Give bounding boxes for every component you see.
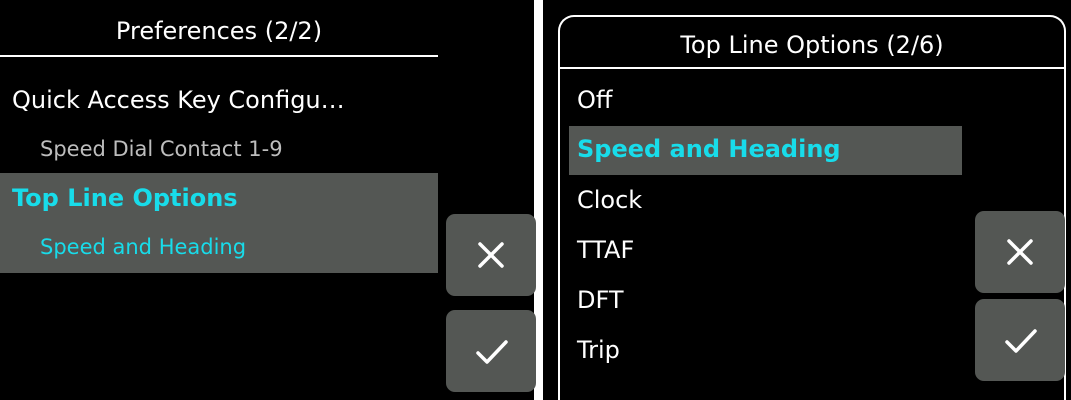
option-off[interactable]: Off: [577, 86, 612, 114]
confirm-button[interactable]: [446, 310, 536, 392]
option-speed-and-heading-label: Speed and Heading: [577, 135, 841, 163]
preferences-screen: Preferences (2/2) Quick Access Key Confi…: [0, 0, 536, 400]
close-icon: [1007, 239, 1033, 265]
title-divider: [0, 55, 438, 57]
option-clock[interactable]: Clock: [577, 186, 642, 214]
menu-item-top-line-options-label: Top Line Options: [12, 184, 238, 212]
confirm-button[interactable]: [975, 299, 1065, 381]
dialog-title: Top Line Options (2/6): [680, 31, 944, 59]
check-icon: [1005, 329, 1037, 353]
menu-item-top-line-options-value: Speed and Heading: [40, 235, 247, 259]
top-line-options-screen: Top Line Options (2/6) Off Speed and Hea…: [543, 0, 1071, 400]
menu-item-quick-access-value: Speed Dial Contact 1-9: [40, 137, 283, 161]
option-dft[interactable]: DFT: [577, 286, 624, 314]
close-icon: [478, 242, 504, 268]
check-icon: [476, 340, 508, 364]
menu-item-quick-access[interactable]: Quick Access Key Configu…: [12, 86, 345, 114]
option-ttaf[interactable]: TTAF: [577, 236, 634, 264]
option-trip[interactable]: Trip: [577, 336, 620, 364]
cancel-button[interactable]: [975, 211, 1065, 293]
cancel-button[interactable]: [446, 214, 536, 296]
title-divider: [558, 67, 1066, 69]
page-title: Preferences (2/2): [115, 17, 323, 45]
